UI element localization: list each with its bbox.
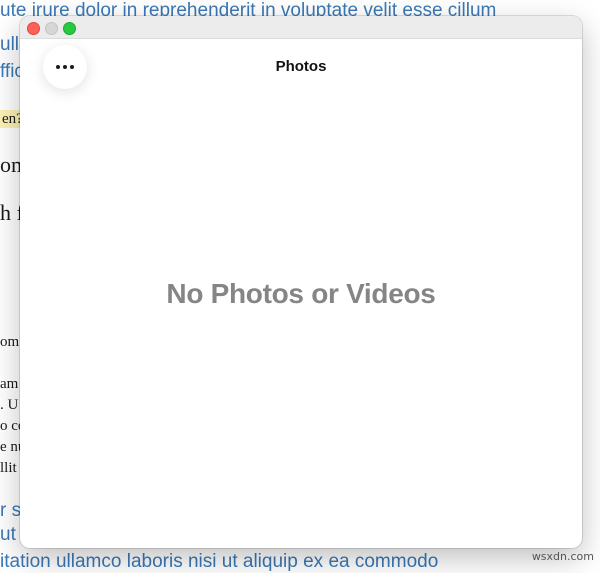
watermark: wsxdn.com: [531, 550, 594, 563]
background-small-text: am: [0, 376, 19, 392]
background-link-text[interactable]: itation ullamco laboris nisi ut aliquip …: [0, 551, 438, 573]
background-small-text: llit: [0, 460, 17, 476]
page-title: Photos: [275, 58, 327, 75]
maximize-window-button[interactable]: [63, 22, 76, 35]
empty-state-message: No Photos or Videos: [166, 278, 436, 309]
photos-window: Photos No Photos or Videos: [20, 16, 582, 548]
minimize-window-button[interactable]: [45, 22, 58, 35]
background-small-text: . U: [0, 397, 19, 413]
background-link-text[interactable]: r s: [0, 500, 21, 522]
background-small-text: om: [0, 334, 20, 350]
background-link-text[interactable]: ut: [0, 524, 16, 546]
close-window-button[interactable]: [27, 22, 40, 35]
title-bar[interactable]: [20, 16, 582, 39]
